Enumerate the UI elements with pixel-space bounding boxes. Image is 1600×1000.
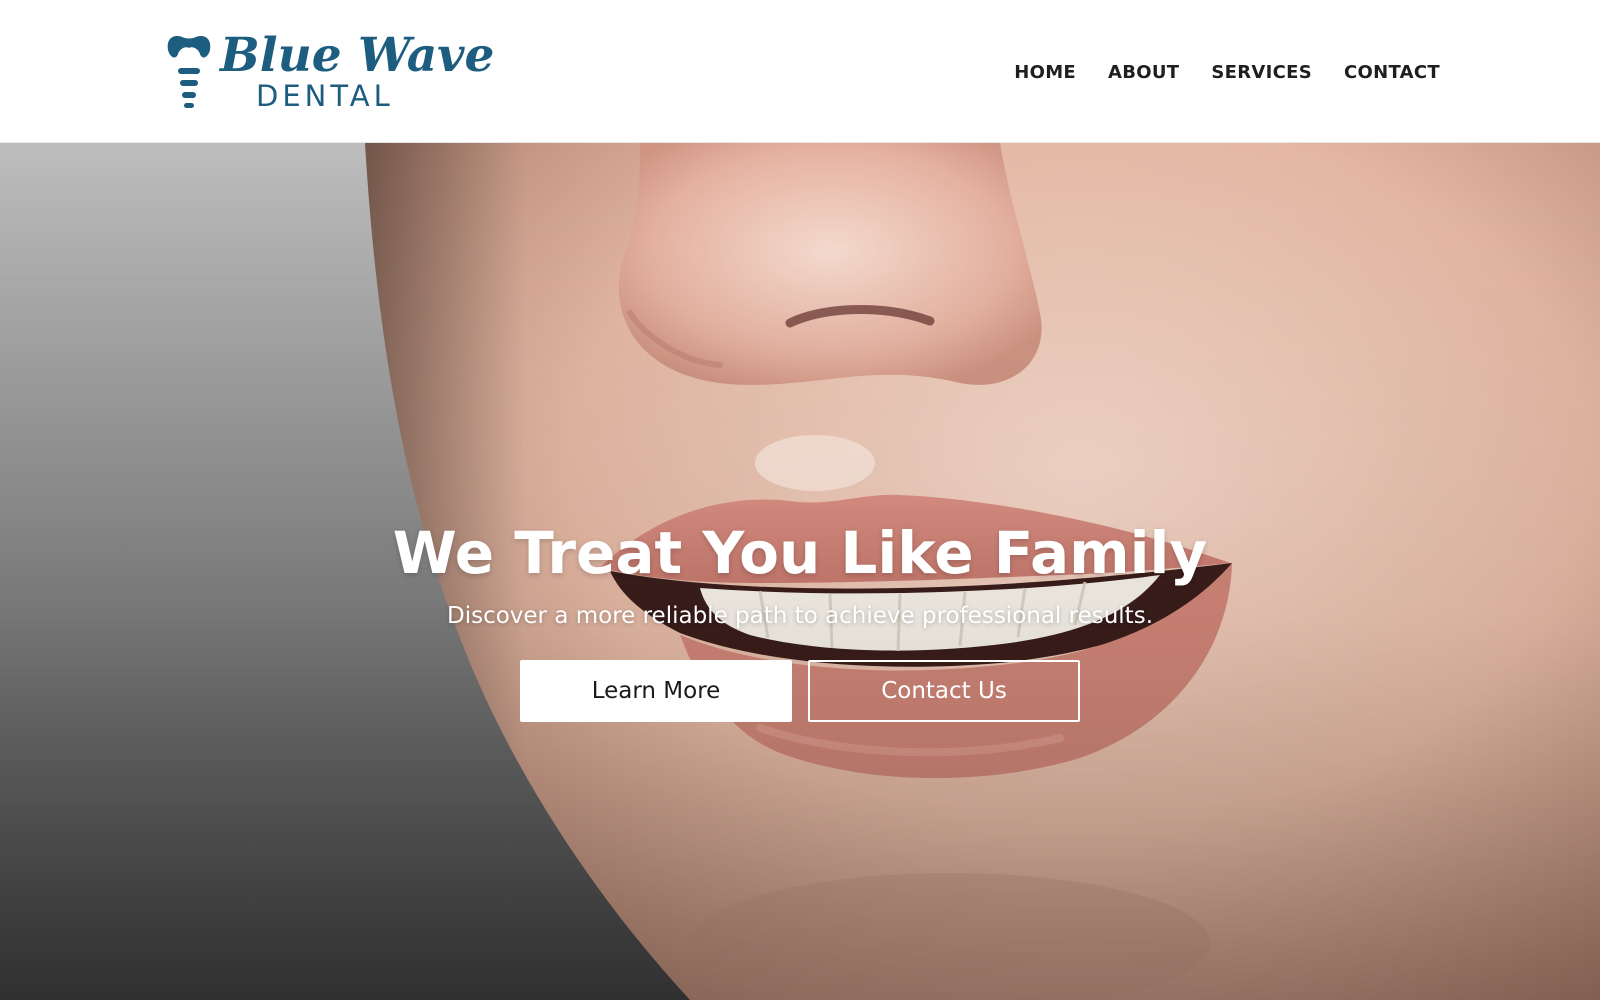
- brand-logo[interactable]: Blue Wave DENTAL: [162, 26, 494, 116]
- nav-home[interactable]: HOME: [1014, 62, 1076, 83]
- hero-section: We Treat You Like Family Discover a more…: [0, 143, 1600, 1000]
- contact-us-button[interactable]: Contact Us: [808, 660, 1080, 722]
- hero-buttons: Learn More Contact Us: [0, 660, 1600, 722]
- nav-services[interactable]: SERVICES: [1211, 62, 1312, 83]
- hero-subtitle: Discover a more reliable path to achieve…: [446, 603, 1153, 629]
- hero-content: We Treat You Like Family Discover a more…: [0, 518, 1600, 722]
- hero-title: We Treat You Like Family: [392, 519, 1208, 587]
- nav-contact[interactable]: CONTACT: [1344, 62, 1440, 83]
- learn-more-button[interactable]: Learn More: [520, 660, 792, 722]
- brand-word: DENTAL: [256, 79, 394, 113]
- tooth-implant-icon: [167, 36, 211, 108]
- nav-about[interactable]: ABOUT: [1108, 62, 1179, 83]
- brand-script-name: Blue Wave: [220, 28, 495, 83]
- site-header: Blue Wave DENTAL HOME ABOUT SERVICES CON…: [0, 0, 1600, 143]
- main-nav: HOME ABOUT SERVICES CONTACT: [1014, 56, 1440, 88]
